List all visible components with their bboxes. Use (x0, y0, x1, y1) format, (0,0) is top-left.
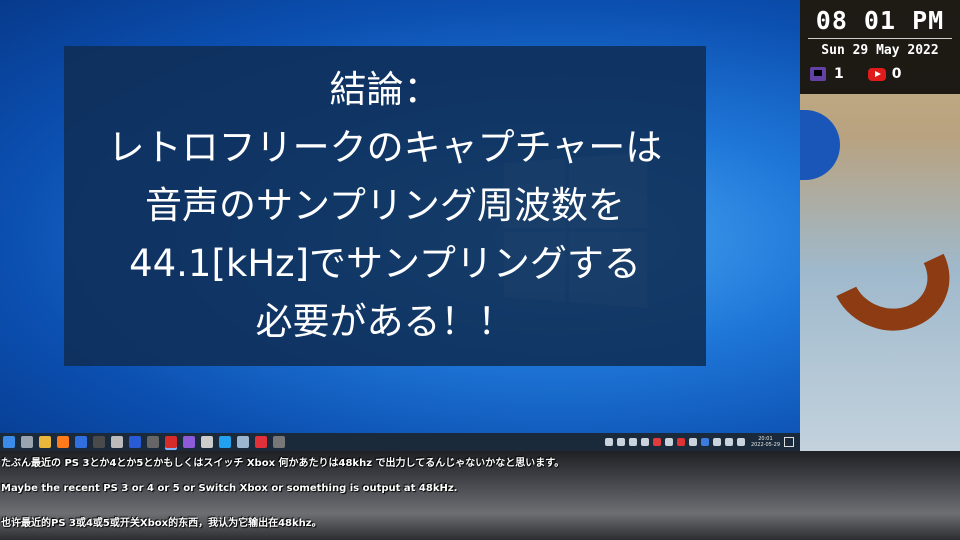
windows-start-icon[interactable] (3, 436, 15, 448)
bluetooth-tray-icon[interactable] (700, 438, 709, 446)
viewer-counts: 1 0 (800, 66, 960, 82)
overlay-time: 08 01 PM (815, 6, 945, 35)
subtitle-english: Maybe the recent PS 3 or 4 or 5 or Switc… (1, 483, 458, 494)
caption-line: 必要がある！！ (255, 300, 515, 343)
app-icon[interactable] (273, 436, 285, 448)
youtube-icon (867, 67, 886, 81)
caption-line: 44.1[kHz]でサンプリングする (129, 242, 641, 285)
network-icon[interactable] (724, 438, 733, 446)
film-icon[interactable] (111, 436, 123, 448)
notification-icon[interactable] (784, 437, 794, 447)
file-explorer-icon[interactable] (39, 436, 51, 448)
ime-icon[interactable] (736, 438, 745, 446)
tray-icon[interactable] (604, 438, 613, 446)
background-shape (800, 110, 840, 180)
game-background-panel: 08 01 PM Sun 29 May 2022 1 0 (800, 0, 960, 451)
app-icon[interactable] (255, 436, 267, 448)
subtitle-chinese: 也许最近的PS 3或4或5或开关Xbox的东西，我认为它输出在48khz。 (1, 518, 322, 529)
tray-icon[interactable] (628, 438, 637, 446)
subtitle-area: たぶん最近の PS 3とか4とか5とかもしくはスイッチ Xbox 何かあたりは4… (0, 451, 960, 540)
app-icon[interactable] (237, 436, 249, 448)
background-shape (814, 202, 960, 348)
obs-icon[interactable] (165, 436, 177, 448)
youtube-count: 0 (891, 66, 902, 82)
taskbar-apps (0, 436, 288, 448)
app-icon[interactable] (75, 436, 87, 448)
caption-line: レトロフリークのキャプチャーは (107, 126, 663, 169)
tray-icon[interactable] (640, 438, 649, 446)
caption-line: 結論： (329, 68, 441, 111)
bluetooth-icon[interactable] (129, 436, 141, 448)
microphone-icon[interactable] (664, 438, 673, 446)
caption-line: 音声のサンプリング周波数を (145, 184, 625, 227)
firefox-icon[interactable] (57, 436, 69, 448)
volume-icon[interactable] (712, 438, 721, 446)
tray-icon[interactable] (616, 438, 625, 446)
taskbar-clock-date: 2022-05-29 (750, 442, 780, 448)
twitch-count: 1 (834, 66, 844, 82)
tray-icon[interactable] (688, 438, 697, 446)
vscode-icon[interactable] (219, 436, 231, 448)
system-tray: 20:01 2022-05-29 (603, 433, 800, 451)
divider (808, 38, 952, 39)
task-view-icon[interactable] (21, 436, 33, 448)
taskbar: 20:01 2022-05-29 (0, 433, 800, 451)
camera-icon[interactable] (147, 436, 159, 448)
subtitle-japanese: たぶん最近の PS 3とか4とか5とかもしくはスイッチ Xbox 何かあたりは4… (1, 458, 565, 469)
clock-overlay: 08 01 PM Sun 29 May 2022 1 0 (800, 0, 960, 94)
twitch-icon (810, 67, 826, 81)
caption-box: 結論： レトロフリークのキャプチャーは 音声のサンプリング周波数を 44.1[k… (64, 46, 706, 366)
app-icon[interactable] (201, 436, 213, 448)
app-icon[interactable] (183, 436, 195, 448)
taskbar-clock[interactable]: 20:01 2022-05-29 (751, 436, 780, 448)
overlay-date: Sun 29 May 2022 (821, 43, 939, 58)
desktop: 結論： レトロフリークのキャプチャーは 音声のサンプリング周波数を 44.1[k… (0, 0, 800, 433)
terminal-icon[interactable] (93, 436, 105, 448)
tray-icon[interactable] (676, 438, 685, 446)
tray-icon[interactable] (652, 438, 661, 446)
